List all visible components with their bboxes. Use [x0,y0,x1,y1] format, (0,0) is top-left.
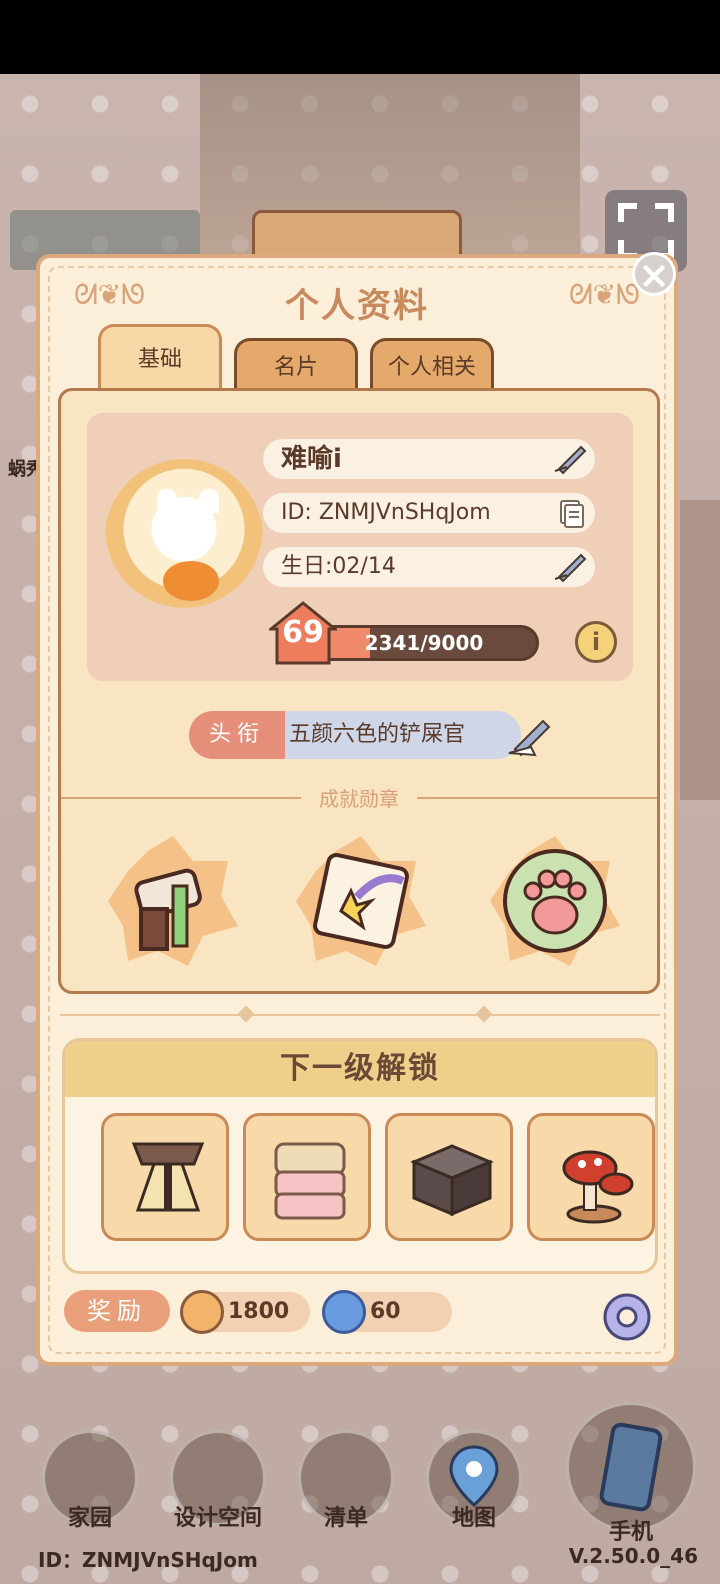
reward-label: 奖励 [64,1290,170,1332]
nav-design-label: 设计空间 [173,1506,262,1531]
avatar-ear [199,489,219,513]
name-field: 难喻i [263,439,595,479]
paw-print-badge-icon[interactable] [485,831,625,971]
divider-diamond [237,1005,255,1023]
unlock-item-hourglass-stand[interactable] [101,1113,229,1241]
dark-box-icon [410,1144,494,1217]
avatar[interactable] [105,459,263,615]
next-level-unlock-panel: 下一级解锁 [62,1038,658,1274]
nav-phone-button[interactable] [566,1402,696,1532]
modal-title: 个人资料 [285,286,429,326]
level-number: 69 [282,615,324,650]
reward-gems: 60 [322,1290,452,1334]
tab-basic[interactable]: 基础 [98,324,222,394]
unlock-item-dark-box[interactable] [385,1113,513,1241]
background-wall [680,500,720,800]
section-divider [60,1014,660,1016]
phone-icon [599,1422,663,1512]
edit-name-icon[interactable] [553,441,589,477]
mushroom-icon [562,1150,634,1224]
unlock-item-mushroom[interactable] [527,1113,655,1241]
title-value: 五颜六色的铲屎官 [285,711,521,759]
level-badge: 69 [266,601,340,665]
tab-card[interactable]: 名片 [234,338,358,394]
birthday-field: 生日:02/14 [263,547,595,587]
player-name: 难喻i [281,444,342,474]
tab-personal[interactable]: 个人相关 [370,338,494,394]
profile-card: 难喻i ID: ZNMJVnSHqJom 生日:02/14 2341/9000 … [87,413,633,681]
coin-icon [180,1290,224,1334]
reward-coins: 1800 [180,1290,310,1334]
player-id: ID: ZNMJVnSHqJom [281,500,491,525]
paint-roller-badge-icon[interactable] [103,831,243,971]
nav-map-label: 地图 [451,1506,496,1531]
content-panel: 难喻i ID: ZNMJVnSHqJom 生日:02/14 2341/9000 … [58,388,660,994]
unlock-item-pink-box[interactable] [243,1113,371,1241]
copy-icon[interactable] [553,495,589,531]
nav-home-label: 家园 [67,1506,112,1531]
player-birthday: 生日:02/14 [281,554,396,579]
achievement-title-text: 成就勋章 [301,787,417,811]
id-field: ID: ZNMJVnSHqJom [263,493,595,533]
xp-bar: 2341/9000 [309,625,539,661]
title-label: 头衔 [189,711,285,759]
close-icon[interactable]: × [632,252,676,296]
reward-gems-amount: 60 [370,1299,401,1324]
edit-title-icon[interactable] [505,713,555,759]
footer-version: V.2.50.0_46 [568,1544,698,1568]
avatar-ear [157,489,177,513]
status-bar [0,0,720,74]
footer-player-id: ID：ZNMJVnSHqJom [38,1548,258,1572]
achievement-title: 成就勋章 [61,783,657,812]
avatar-orange [163,561,219,601]
gem-icon [322,1290,366,1334]
nav-phone-label: 手机 [608,1520,653,1545]
level-info-button[interactable]: i [575,621,617,663]
settings-gear-icon[interactable] [598,1288,656,1346]
shooting-star-scroll-badge-icon[interactable] [291,831,431,971]
nav-list-label: 清单 [323,1506,368,1531]
profile-modal: ᘛ❦ᘚ ᘛ❦ᘚ 个人资料 基础 名片 个人相关 难喻i ID: ZNMJVnSH… [36,254,678,1366]
pink-stacked-box-icon [274,1142,346,1220]
divider-diamond [475,1005,493,1023]
reward-coins-amount: 1800 [228,1299,290,1324]
hourglass-stand-icon [131,1142,205,1212]
edit-birthday-icon[interactable] [553,549,589,585]
xp-text: 2341/9000 [364,631,484,655]
unlock-title: 下一级解锁 [65,1041,655,1097]
